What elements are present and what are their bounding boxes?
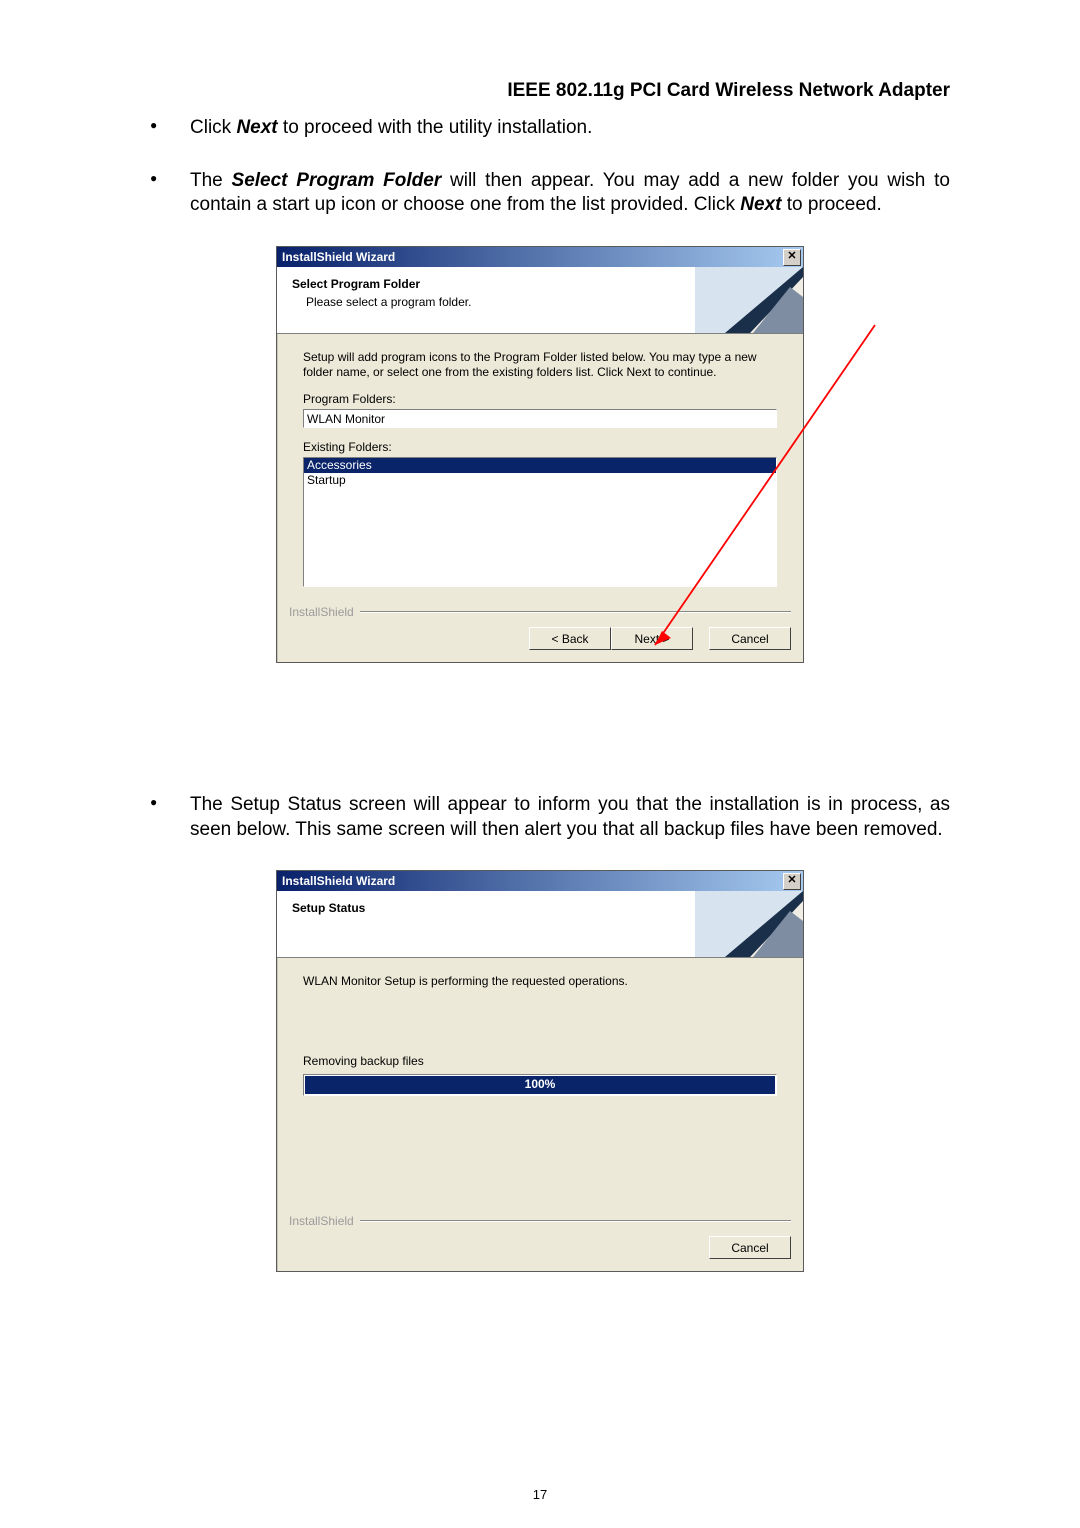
bullet-2: The Select Program Folder will then appe…: [140, 169, 950, 218]
installshield-brand: InstallShield: [289, 605, 360, 619]
text-bold-italic: Next: [236, 117, 277, 138]
titlebar: InstallShield Wizard ✕: [277, 871, 803, 891]
page-header: IEEE 802.11g PCI Card Wireless Network A…: [130, 80, 950, 102]
program-folders-input[interactable]: [303, 409, 777, 428]
window-title: InstallShield Wizard: [282, 250, 395, 264]
list-item[interactable]: Startup: [304, 473, 776, 488]
status-text: WLAN Monitor Setup is performing the req…: [303, 974, 777, 988]
program-folders-label: Program Folders:: [303, 392, 777, 406]
text: The: [190, 170, 232, 191]
text: to proceed with the utility installation…: [278, 117, 593, 138]
progress-fill: 100%: [305, 1076, 775, 1094]
list-item[interactable]: Accessories: [304, 458, 776, 473]
close-icon[interactable]: ✕: [783, 249, 801, 266]
cancel-button[interactable]: Cancel: [709, 1236, 791, 1259]
text-bold-italic: Select Program Folder: [232, 170, 442, 191]
dialog-banner: Select Program Folder Please select a pr…: [277, 267, 803, 334]
existing-folders-label: Existing Folders:: [303, 440, 777, 454]
text: Click: [190, 117, 236, 138]
text-bold-italic: Next: [740, 194, 781, 215]
progress-bar: 100%: [303, 1074, 777, 1096]
next-button[interactable]: Next >: [611, 627, 693, 650]
divider: [360, 611, 791, 613]
bullet-1: Click Next to proceed with the utility i…: [140, 116, 950, 141]
divider: [360, 1220, 791, 1222]
cancel-button[interactable]: Cancel: [709, 627, 791, 650]
close-icon[interactable]: ✕: [783, 873, 801, 890]
text: The Setup Status screen will appear to i…: [190, 794, 950, 840]
page-number: 17: [0, 1487, 1080, 1502]
titlebar: InstallShield Wizard ✕: [277, 247, 803, 267]
dialog-banner: Setup Status: [277, 891, 803, 958]
window-title: InstallShield Wizard: [282, 874, 395, 888]
installshield-dialog-select-folder: InstallShield Wizard ✕ Select Program Fo…: [276, 246, 804, 663]
instructions-text: Setup will add program icons to the Prog…: [303, 350, 777, 380]
back-button[interactable]: < Back: [529, 627, 611, 650]
banner-art: [695, 891, 803, 957]
installshield-dialog-setup-status: InstallShield Wizard ✕ Setup Status WLAN…: [276, 870, 804, 1272]
text: to proceed.: [781, 194, 881, 215]
bullet-3: The Setup Status screen will appear to i…: [140, 793, 950, 842]
existing-folders-list[interactable]: Accessories Startup: [303, 457, 777, 587]
task-text: Removing backup files: [303, 1054, 777, 1068]
installshield-brand: InstallShield: [289, 1214, 360, 1228]
banner-art: [695, 267, 803, 333]
